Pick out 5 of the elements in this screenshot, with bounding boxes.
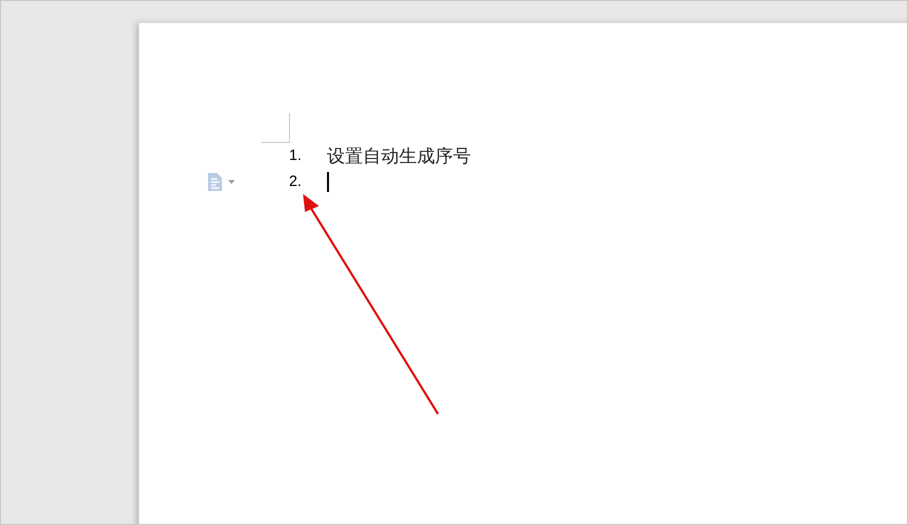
list-number: 2. [289,172,303,192]
list-number: 1. [289,146,303,166]
paste-options-icon[interactable] [207,173,235,191]
margin-corner-mark [261,113,290,143]
list-item-text: 设置自动生成序号 [327,144,471,168]
